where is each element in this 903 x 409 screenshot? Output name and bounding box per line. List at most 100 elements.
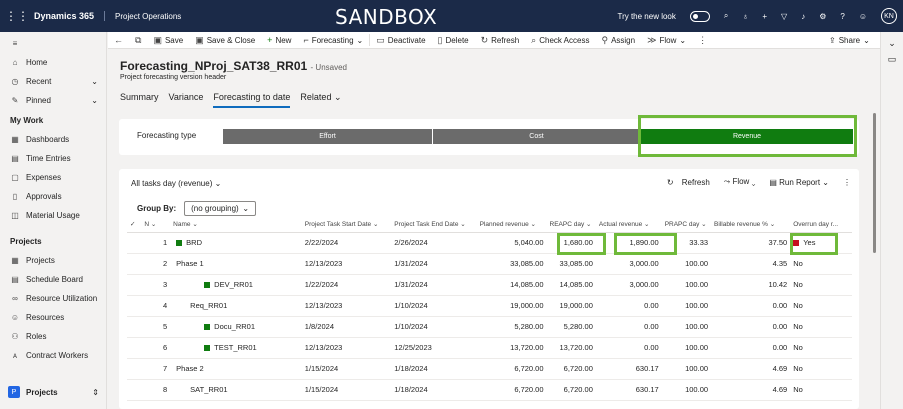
- new-button[interactable]: + New: [261, 32, 297, 49]
- sidebar-item-home[interactable]: ⌂ Home: [0, 53, 106, 72]
- task-name-cell[interactable]: Docu_RR01: [170, 316, 302, 338]
- open-window-button[interactable]: ⧉: [129, 32, 147, 49]
- select-all-checkbox[interactable]: ✓: [127, 217, 142, 233]
- table-row[interactable]: 2 Phase 1 12/13/2023 1/31/2024 33,085.00 33,0…: [127, 253, 852, 275]
- flow-button[interactable]: ≫ Flow ⌄: [641, 32, 692, 49]
- collapse-icon[interactable]: ⌄: [887, 38, 897, 48]
- new-look-toggle[interactable]: [689, 10, 710, 22]
- view-selector[interactable]: All tasks day (revenue) ⌄: [131, 179, 221, 188]
- refresh-button[interactable]: ↻ Refresh: [475, 32, 526, 49]
- segment-cost[interactable]: Cost: [433, 129, 641, 144]
- col-n[interactable]: N ⌄: [141, 217, 171, 233]
- hamburger-icon[interactable]: ≡: [0, 34, 106, 53]
- chevron-down-icon[interactable]: ⌄: [91, 96, 98, 105]
- sidebar-item-recent[interactable]: ◷ Recent ⌄: [0, 72, 106, 91]
- area-switcher[interactable]: P Projects ⇕: [0, 382, 107, 402]
- app-name[interactable]: Dynamics 365: [34, 11, 106, 21]
- task-name-cell[interactable]: Phase 2: [170, 358, 302, 380]
- tab-related[interactable]: Related ⌄: [300, 92, 341, 108]
- task-name-cell[interactable]: Phase 1: [170, 253, 302, 275]
- grid-refresh-button[interactable]: ↻ Refresh: [667, 178, 710, 187]
- assign-button[interactable]: ⚲ Assign: [595, 32, 641, 49]
- search-icon[interactable]: ⌕: [724, 11, 728, 21]
- row-checkbox[interactable]: [127, 274, 142, 296]
- row-checkbox[interactable]: [127, 379, 142, 401]
- plus-icon[interactable]: +: [762, 12, 767, 21]
- col-start-date[interactable]: Project Task Start Date ⌄: [301, 217, 392, 233]
- table-row[interactable]: 8 SAT_RR01 1/15/2024 1/18/2024 6,720.00 6,720…: [127, 379, 852, 401]
- sidebar-item-pinned[interactable]: ✎ Pinned ⌄: [0, 91, 106, 110]
- row-checkbox[interactable]: [127, 232, 142, 254]
- sidebar-item-schedule-board[interactable]: ▤ Schedule Board: [0, 270, 106, 289]
- task-name-cell[interactable]: DEV_RR01: [170, 274, 302, 296]
- col-reapc-day[interactable]: REAPC day ⌄: [546, 217, 596, 233]
- task-name-cell[interactable]: Req_RR01: [170, 295, 302, 317]
- col-end-date[interactable]: Project Task End Date ⌄: [391, 217, 477, 233]
- group-by-select[interactable]: (no grouping) ⌄: [184, 201, 257, 216]
- filter-icon[interactable]: ▽: [781, 12, 787, 21]
- more-commands-button[interactable]: ⋮: [692, 32, 713, 49]
- table-row[interactable]: 1 BRD 2/22/2024 2/26/2024 5,040.00 1,680.00 1,…: [127, 232, 852, 254]
- more-icon: ⋮: [698, 34, 708, 45]
- sidebar-item-dashboards[interactable]: ▦ Dashboards: [0, 130, 106, 149]
- run-report-button[interactable]: ▤ Run Report ⌄: [769, 178, 829, 187]
- row-checkbox[interactable]: [127, 253, 142, 275]
- help-icon[interactable]: ?: [840, 12, 844, 21]
- lightbulb-icon[interactable]: ♁: [742, 12, 748, 21]
- sidebar-item-contract-workers[interactable]: ᴀ Contract Workers: [0, 346, 106, 365]
- table-row[interactable]: 5 Docu_RR01 1/8/2024 1/10/2024 5,280.00 5,280…: [127, 316, 852, 338]
- task-name: Phase 1: [176, 259, 204, 268]
- avatar[interactable]: KN: [881, 8, 897, 24]
- sidebar-item-expenses[interactable]: ▢ Expenses: [0, 168, 106, 187]
- task-status-marker: [204, 324, 211, 331]
- grid-more-button[interactable]: ⋮: [843, 178, 851, 187]
- table-row[interactable]: 3 DEV_RR01 1/22/2024 1/31/2024 14,085.00 14,0…: [127, 274, 852, 296]
- row-checkbox[interactable]: [127, 358, 142, 380]
- table-row[interactable]: 6 TEST_RR01 12/13/2023 12/25/2023 13,720.00 1…: [127, 337, 852, 359]
- sidebar-item-projects[interactable]: ▦ Projects: [0, 251, 106, 270]
- gear-icon[interactable]: ⚙: [819, 12, 826, 21]
- save-close-button[interactable]: ▣ Save & Close: [189, 32, 261, 49]
- check-access-button[interactable]: ⌕ Check Access: [525, 32, 595, 49]
- forecasting-button[interactable]: ⌐ Forecasting ⌄: [297, 32, 369, 49]
- tab-forecasting-to-date[interactable]: Forecasting to date: [213, 92, 291, 108]
- app-launcher-icon[interactable]: ⋮⋮: [0, 9, 34, 23]
- row-number: 6: [141, 337, 171, 359]
- deactivate-button[interactable]: ▭ Deactivate: [370, 32, 431, 49]
- task-name-cell[interactable]: TEST_RR01: [170, 337, 302, 359]
- tab-summary[interactable]: Summary: [120, 92, 159, 108]
- share-button[interactable]: ⇪ Share ⌄: [829, 32, 870, 49]
- delete-button[interactable]: ▯ Delete: [432, 32, 475, 49]
- row-checkbox[interactable]: [127, 337, 142, 359]
- table-row[interactable]: 7 Phase 2 1/15/2024 1/18/2024 6,720.00 6,720.…: [127, 358, 852, 380]
- col-planned-revenue[interactable]: Planned revenue ⌄: [476, 217, 547, 233]
- bell-icon[interactable]: ♪: [801, 12, 805, 21]
- col-prapc-day[interactable]: PRAPC day ⌄: [661, 217, 712, 233]
- sidebar-item-approvals[interactable]: ▯ Approvals: [0, 187, 106, 206]
- task-name: Phase 2: [176, 364, 204, 373]
- prapc-day-cell: 100.00: [661, 379, 712, 401]
- segment-effort[interactable]: Effort: [223, 129, 433, 144]
- back-button[interactable]: ←: [108, 32, 129, 49]
- table-row[interactable]: 4 Req_RR01 12/13/2023 1/10/2024 19,000.00 19,…: [127, 295, 852, 317]
- col-actual-revenue[interactable]: Actual revenue ⌄: [595, 217, 662, 233]
- col-billable-revenue[interactable]: Billable revenue % ⌄: [711, 217, 791, 233]
- panel-icon[interactable]: ▭: [887, 54, 897, 64]
- sidebar-item-time-entries[interactable]: ▤ Time Entries: [0, 149, 106, 168]
- sidebar-item-resource-utilization[interactable]: ∞ Resource Utilization: [0, 289, 106, 308]
- col-name[interactable]: Name ⌄: [170, 217, 302, 233]
- row-checkbox[interactable]: [127, 316, 142, 338]
- col-overrun-day[interactable]: Overrun day r...: [790, 217, 852, 233]
- task-name-cell[interactable]: SAT_RR01: [170, 379, 302, 401]
- save-button[interactable]: ▣ Save: [147, 32, 189, 49]
- task-name-cell[interactable]: BRD: [170, 232, 302, 254]
- vertical-scrollbar[interactable]: [873, 113, 876, 253]
- sidebar-item-roles[interactable]: ⚇ Roles: [0, 327, 106, 346]
- sidebar-item-resources[interactable]: ☺ Resources: [0, 308, 106, 327]
- chevron-down-icon[interactable]: ⌄: [91, 77, 98, 86]
- sidebar-item-material-usage[interactable]: ◫ Material Usage: [0, 206, 106, 225]
- people-icon[interactable]: ☺: [859, 12, 867, 21]
- tab-variance[interactable]: Variance: [169, 92, 204, 108]
- grid-flow-button[interactable]: ⤳ Flow ⌄: [724, 177, 756, 187]
- row-checkbox[interactable]: [127, 295, 142, 317]
